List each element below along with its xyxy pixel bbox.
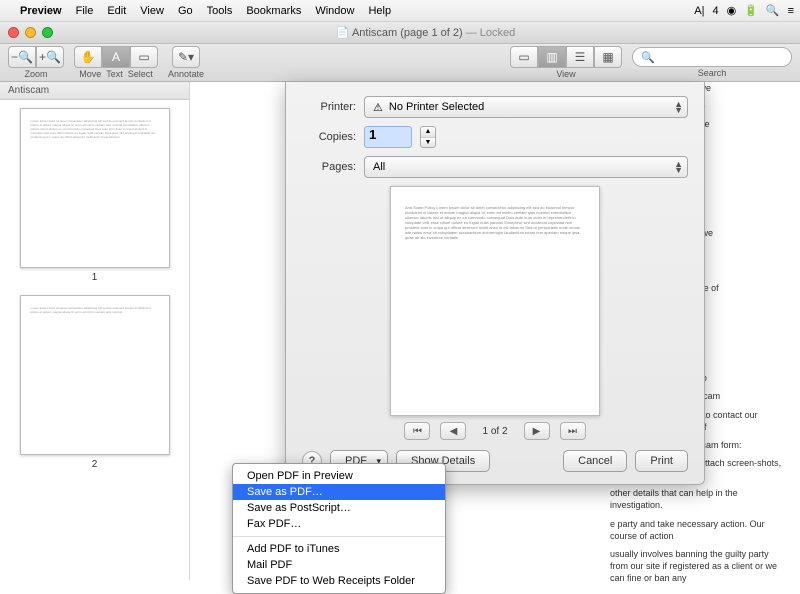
- window-titlebar: 📄 Antiscam (page 1 of 2) — Locked: [0, 22, 800, 44]
- stepper-up-icon[interactable]: ▲: [421, 127, 435, 138]
- next-page-button[interactable]: ▶: [524, 422, 550, 440]
- zoom-window-button[interactable]: [42, 27, 53, 38]
- app-menu[interactable]: Preview: [20, 5, 62, 17]
- text-tool-button[interactable]: A: [102, 46, 130, 68]
- pdf-menu-open-in-preview[interactable]: Open PDF in Preview: [233, 468, 445, 484]
- battery-tray-icon[interactable]: 🔋: [744, 4, 758, 17]
- menu-bookmarks[interactable]: Bookmarks: [246, 5, 301, 17]
- menu-separator: [233, 536, 445, 537]
- pdf-menu-add-to-itunes[interactable]: Add PDF to iTunes: [233, 541, 445, 557]
- search-input[interactable]: [659, 51, 783, 63]
- pdf-menu-fax-pdf[interactable]: Fax PDF…: [233, 516, 445, 532]
- window-title: 📄 Antiscam (page 1 of 2) — Locked: [59, 26, 792, 39]
- view-content-only-button[interactable]: ▭: [510, 46, 538, 68]
- preview-nav: ⏮ ◀ 1 of 2 ▶ ⏭: [302, 422, 688, 440]
- sidebar-header: Antiscam: [0, 82, 189, 100]
- pages-label: Pages:: [302, 161, 356, 173]
- chevron-updown-icon: ▲▼: [674, 161, 683, 173]
- toolbar: −🔍 +🔍 Zoom ✋ A ▭ Move Text Select ✎▾ Ann…: [0, 44, 800, 82]
- menu-tools[interactable]: Tools: [207, 5, 233, 17]
- last-page-button[interactable]: ⏭: [560, 422, 586, 440]
- pdf-menu-web-receipts[interactable]: Save PDF to Web Receipts Folder: [233, 573, 445, 589]
- tray-badge: 4: [712, 5, 718, 17]
- first-page-button[interactable]: ⏮: [404, 422, 430, 440]
- zoom-out-button[interactable]: −🔍: [8, 46, 36, 68]
- thumbnail-number: 1: [92, 272, 98, 283]
- menubar: Preview File Edit View Go Tools Bookmark…: [0, 0, 800, 22]
- prev-page-button[interactable]: ◀: [440, 422, 466, 440]
- tool-mode-labels: Move Text Select: [79, 69, 153, 79]
- locked-indicator[interactable]: — Locked: [466, 27, 516, 39]
- document-proxy-icon[interactable]: 📄: [336, 27, 350, 39]
- menubar-tray: A| 4 ◉ 🔋 🔍 ≡: [694, 4, 794, 17]
- thumbnail-image: Lorem ipsum dolor sit amet consectetur a…: [20, 108, 170, 268]
- print-button[interactable]: Print: [635, 450, 688, 472]
- view-thumbnails-button[interactable]: ▥: [538, 46, 566, 68]
- page-indicator: 1 of 2: [482, 426, 507, 437]
- close-window-button[interactable]: [8, 27, 19, 38]
- printer-value: No Printer Selected: [389, 101, 484, 113]
- printer-label: Printer:: [302, 101, 356, 113]
- search-group: 🔍 Search: [632, 47, 792, 78]
- spotify-tray-icon[interactable]: ◉: [727, 4, 737, 17]
- warning-icon: ⚠: [373, 101, 383, 114]
- annotate-button[interactable]: ✎▾: [172, 46, 200, 68]
- copies-label: Copies:: [302, 131, 356, 143]
- copies-stepper[interactable]: ▲ ▼: [420, 126, 436, 148]
- annotate-group: ✎▾ Annotate: [168, 46, 204, 79]
- zoom-label: Zoom: [24, 69, 47, 79]
- minimize-window-button[interactable]: [25, 27, 36, 38]
- copies-field[interactable]: [364, 126, 412, 148]
- search-label: Search: [698, 68, 727, 78]
- cancel-button[interactable]: Cancel: [563, 450, 627, 472]
- pdf-menu: Open PDF in Preview Save as PDF… Save as…: [232, 463, 446, 594]
- menu-file[interactable]: File: [76, 5, 94, 17]
- thumbnail-page-1[interactable]: Lorem ipsum dolor sit amet consectetur a…: [20, 108, 170, 283]
- menu-window[interactable]: Window: [315, 5, 354, 17]
- pages-select[interactable]: All ▲▼: [364, 156, 688, 178]
- search-icon: 🔍: [641, 51, 655, 64]
- zoom-group: −🔍 +🔍 Zoom: [8, 46, 64, 79]
- print-dialog: Printer: ⚠ No Printer Selected ▲▼ Copies…: [285, 82, 705, 485]
- spotlight-icon[interactable]: 🔍: [766, 4, 780, 17]
- menu-edit[interactable]: Edit: [107, 5, 126, 17]
- thumbnail-image: Lorem ipsum dolor sit amet consectetur a…: [20, 295, 170, 455]
- zoom-in-button[interactable]: +🔍: [36, 46, 64, 68]
- view-mode-group: ▭ ▥ ☰ ▦ View: [510, 46, 622, 79]
- chevron-updown-icon: ▲▼: [674, 101, 683, 113]
- copies-input[interactable]: [369, 127, 407, 142]
- adobe-tray-icon[interactable]: A|: [694, 5, 704, 17]
- search-field[interactable]: 🔍: [632, 47, 792, 67]
- menu-go[interactable]: Go: [178, 5, 193, 17]
- tool-mode-group: ✋ A ▭ Move Text Select: [74, 46, 158, 79]
- print-preview-page: Anti-Scam Policy Lorem ipsum dolor sit a…: [390, 186, 600, 416]
- annotate-label: Annotate: [168, 69, 204, 79]
- thumbnails-sidebar: Antiscam Lorem ipsum dolor sit amet cons…: [0, 82, 190, 580]
- menu-extra-icon[interactable]: ≡: [788, 5, 794, 17]
- thumbnail-number: 2: [92, 459, 98, 470]
- view-contact-sheet-button[interactable]: ▦: [594, 46, 622, 68]
- pdf-menu-save-as-postscript[interactable]: Save as PostScript…: [233, 500, 445, 516]
- stepper-down-icon[interactable]: ▼: [421, 138, 435, 148]
- menu-help[interactable]: Help: [368, 5, 391, 17]
- thumbnail-page-2[interactable]: Lorem ipsum dolor sit amet consectetur a…: [20, 295, 170, 470]
- select-tool-button[interactable]: ▭: [130, 46, 158, 68]
- pdf-menu-mail-pdf[interactable]: Mail PDF: [233, 557, 445, 573]
- printer-select[interactable]: ⚠ No Printer Selected ▲▼: [364, 96, 688, 118]
- pdf-menu-save-as-pdf[interactable]: Save as PDF…: [233, 484, 445, 500]
- pages-value: All: [373, 161, 385, 173]
- menu-view[interactable]: View: [140, 5, 164, 17]
- view-toc-button[interactable]: ☰: [566, 46, 594, 68]
- move-tool-button[interactable]: ✋: [74, 46, 102, 68]
- view-label: View: [556, 69, 575, 79]
